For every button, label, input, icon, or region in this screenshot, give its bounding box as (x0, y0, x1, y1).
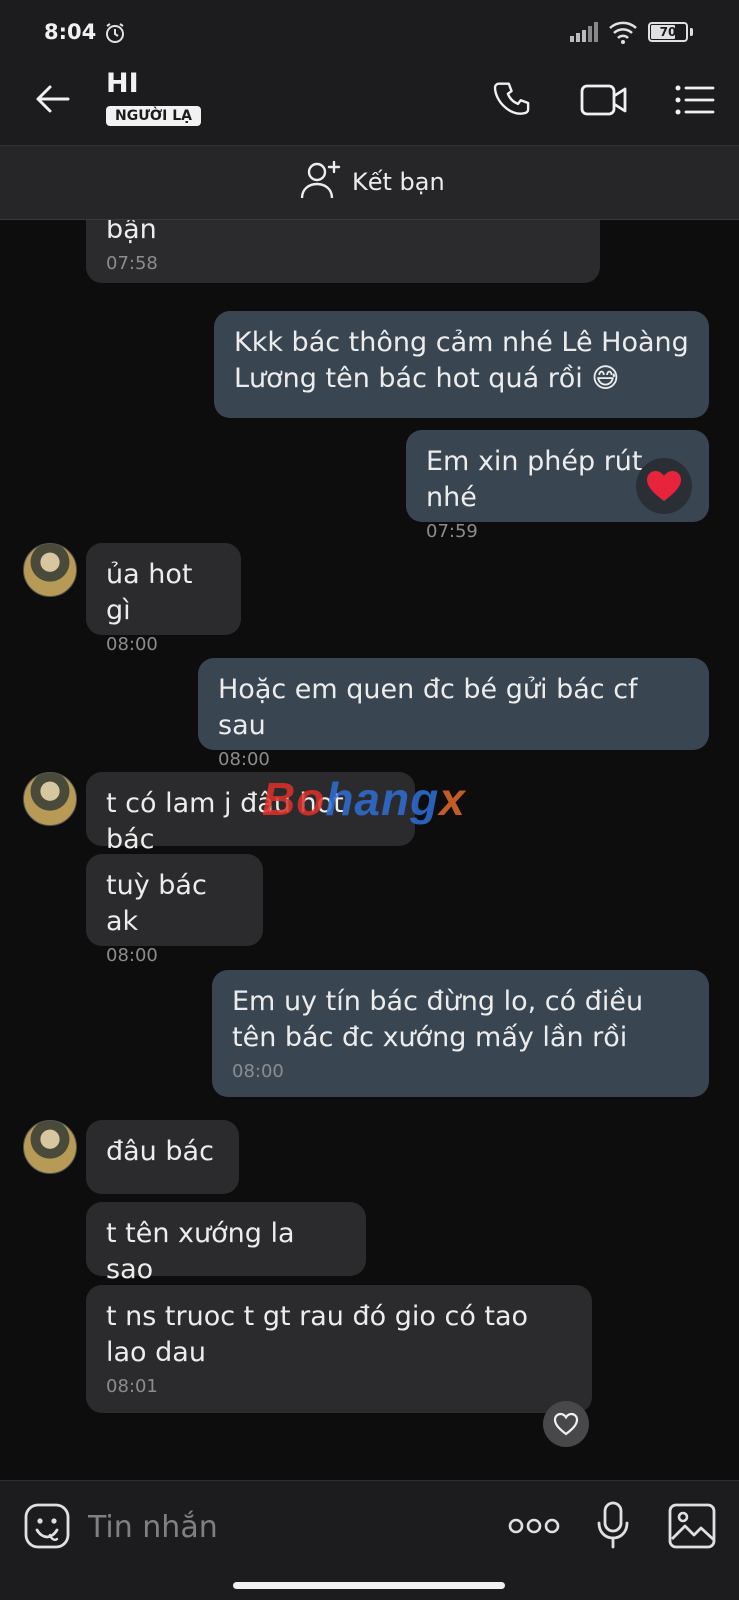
message-text: bận (106, 220, 157, 245)
watermark-part: x (439, 773, 466, 825)
add-user-icon (300, 160, 342, 204)
message-text: t tên xướng la sao (106, 1218, 295, 1285)
message-text: Em xin phép rút nhé (426, 446, 643, 513)
message-time: 08:00 (218, 749, 270, 770)
avatar[interactable] (23, 543, 77, 597)
message-time: 08:00 (106, 945, 158, 966)
watermark-part: Bo (262, 773, 326, 825)
message-list[interactable]: bận 07:58 Kkk bác thông cảm nhé Lê Hoàng… (0, 220, 739, 1480)
message-time: 07:58 (106, 253, 158, 274)
wifi-icon (608, 20, 638, 48)
sticker-icon[interactable] (24, 1503, 70, 1553)
message-bubble[interactable]: Kkk bác thông cảm nhé Lê Hoàng Lương tên… (214, 311, 709, 418)
message-bubble[interactable]: Em uy tín bác đừng lo, có điều tên bác đ… (212, 970, 709, 1097)
message-text: tuỳ bác ak (106, 870, 207, 937)
battery-icon: 70 (648, 22, 688, 42)
image-gallery-icon[interactable] (668, 1503, 716, 1553)
video-call-icon[interactable] (580, 82, 628, 122)
back-arrow-icon[interactable] (34, 84, 70, 118)
message-time: 08:01 (106, 1376, 158, 1397)
avatar[interactable] (23, 1120, 77, 1174)
add-friend-bar: Kết bạn (0, 145, 739, 220)
message-bubble[interactable]: tuỳ bác ak 08:00 (86, 854, 263, 966)
stranger-badge: NGƯỜI LẠ (106, 106, 201, 126)
phone-call-icon[interactable] (493, 80, 533, 124)
battery-level: 70 (659, 25, 677, 39)
microphone-icon[interactable] (596, 1501, 630, 1553)
message-text: ủa hot gì (106, 559, 193, 626)
react-heart-button[interactable] (543, 1401, 589, 1447)
message-bubble[interactable]: Hoặc em quen đc bé gửi bác cf sau 08:00 (198, 658, 709, 770)
contact-name[interactable]: HI (106, 68, 139, 99)
status-time: 8:04 (44, 20, 97, 44)
avatar[interactable] (23, 772, 77, 826)
message-bubble[interactable]: bận 07:58 (86, 220, 600, 283)
message-bubble[interactable]: đâu bác (86, 1120, 239, 1194)
signal-icon (570, 22, 600, 46)
home-indicator[interactable] (233, 1582, 505, 1589)
heart-reaction-icon[interactable] (636, 458, 692, 514)
more-options-icon[interactable] (508, 1517, 560, 1539)
message-bubble[interactable]: t ns truoc t gt rau đó gio có tao lao da… (86, 1285, 592, 1413)
message-text: Em uy tín bác đừng lo, có điều tên bác đ… (232, 986, 644, 1053)
battery-tip (690, 28, 693, 36)
message-text: Hoặc em quen đc bé gửi bác cf sau (218, 674, 638, 741)
watermark: Bohangx (262, 772, 466, 826)
message-time: 08:00 (106, 634, 158, 655)
message-time: 07:59 (426, 521, 478, 542)
status-bar: 8:04 70 (0, 0, 739, 60)
message-input-bar (0, 1480, 739, 1570)
message-text: Kkk bác thông cảm nhé Lê Hoàng Lương tên… (234, 327, 689, 394)
system-navigation (0, 1570, 739, 1600)
message-time: 08:00 (232, 1061, 284, 1082)
message-text: t ns truoc t gt rau đó gio có tao lao da… (106, 1301, 529, 1368)
message-text: đâu bác (106, 1136, 214, 1167)
add-friend-button[interactable]: Kết bạn (300, 160, 445, 204)
message-bubble[interactable]: t tên xướng la sao (86, 1202, 366, 1285)
watermark-part: hang (325, 773, 440, 825)
message-bubble[interactable]: ủa hot gì 08:00 (86, 543, 241, 655)
add-friend-label: Kết bạn (352, 168, 445, 196)
menu-list-icon[interactable] (675, 84, 715, 120)
alarm-icon (104, 22, 126, 48)
chat-header: HI NGƯỜI LẠ (0, 60, 739, 145)
message-input[interactable] (86, 1503, 470, 1551)
